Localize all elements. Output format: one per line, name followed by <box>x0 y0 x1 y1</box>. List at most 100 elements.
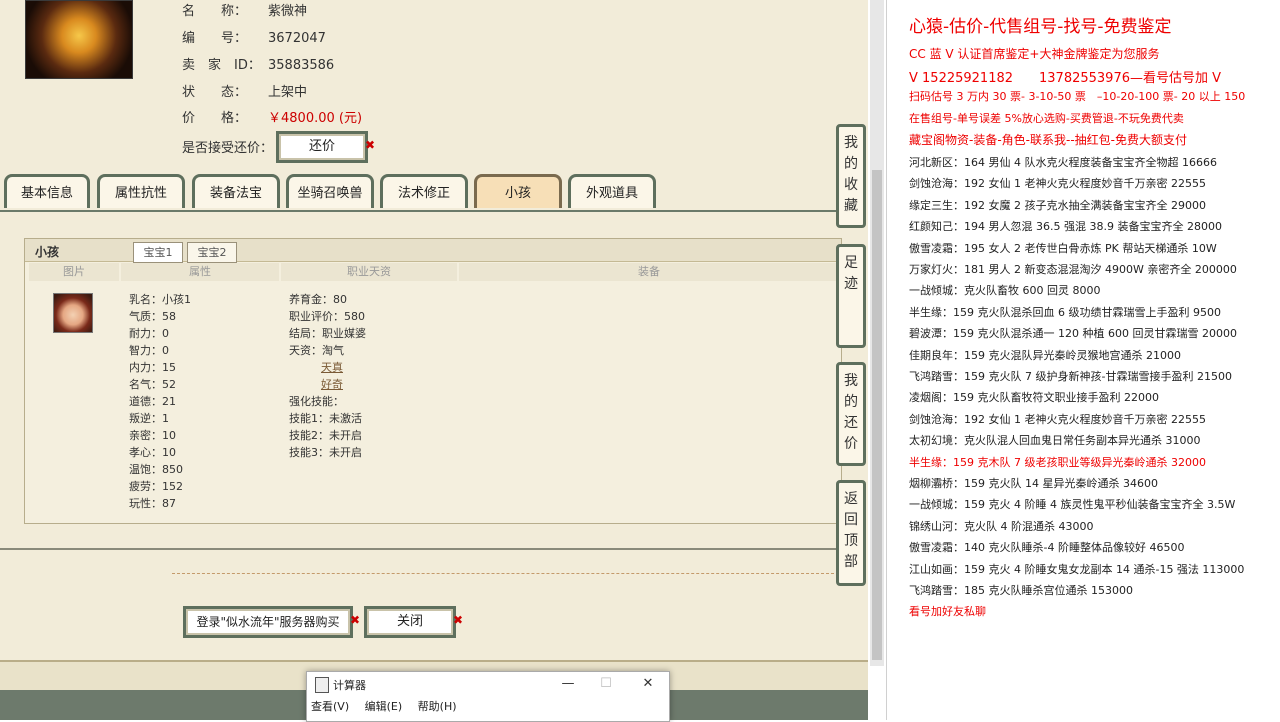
tab-bar: 基本信息 属性抗性 装备法宝 坐骑召唤兽 法术修正 小孩 外观道具 <box>0 172 840 212</box>
sidebar-label: 我的还价 <box>844 373 858 452</box>
stat-nickname: 乳名：小孩1 <box>129 293 191 306</box>
info-status: 状 态： 上架中 <box>182 85 308 100</box>
tab-attributes[interactable]: 属性抗性 <box>97 174 185 208</box>
doc-listing-line: 傲雪凌霜：140 克火队睡杀-4 阶睡整体品像较好 46500 <box>909 541 1185 555</box>
stat-fatigue: 疲劳：152 <box>129 480 183 493</box>
stat-skill-2: 技能2：未开启 <box>289 429 362 442</box>
stats-right-a: 养育金：80 职业评价：580 结局：职业媒婆 天资：淘气 <box>289 291 366 359</box>
talent-link-2[interactable]: 好奇 <box>321 376 343 393</box>
minimize-icon[interactable]: — <box>555 674 581 694</box>
doc-listing-line: 凌烟阁：159 克火队畜牧符文职业接手盈利 22000 <box>909 391 1159 405</box>
scrollbar-thumb[interactable] <box>872 170 882 660</box>
doc-contact-line: CC 蓝 V 认证首席鉴定+大神金牌鉴定为您服务 <box>909 47 1160 61</box>
doc-listing-line: 飞鸿踏雪：185 克火队睡杀宫位通杀 153000 <box>909 584 1133 597</box>
doc-listing-line: 烟柳灞桥：159 克火队 14 星异光秦岭通杀 34600 <box>909 477 1158 490</box>
doc-listing-line: 半生缘：159 克火队混杀回血 6 级功绩甘霖瑞雪上手盈利 9500 <box>909 305 1221 319</box>
calculator-title: 计算器 <box>333 679 366 692</box>
stat-playfulness: 玩性：87 <box>129 497 176 510</box>
col-image: 图片 <box>29 263 119 281</box>
talent-link-1[interactable]: 天真 <box>321 359 343 376</box>
subtab-baby-1[interactable]: 宝宝1 <box>133 242 183 263</box>
stat-satiety: 温饱：850 <box>129 463 183 476</box>
doc-listing-line: 半生缘：159 克木队 7 级老孩职业等级异光秦岭通杀 32000 <box>909 455 1206 469</box>
counter-offer-button[interactable]: 还价 ✖ <box>276 131 375 163</box>
ornament-icon: ✖ <box>452 613 463 627</box>
sidebar-back-to-top[interactable]: 返回顶部 <box>836 480 866 586</box>
stat-skill-3: 技能3：未开启 <box>289 446 362 459</box>
login-server-buy-button[interactable]: 登录"似水流年"服务器购买 ✖ <box>183 606 360 638</box>
doc-listing-line: 剑蚀沧海：192 女仙 1 老神火克火程度妙音千万亲密 22555 <box>909 412 1206 426</box>
subtab-baby-2[interactable]: 宝宝2 <box>187 242 237 263</box>
doc-contact-line: 在售组号-单号误差 5%放心选购-买费管退-不玩免费代卖 <box>909 111 1184 125</box>
tab-mounts[interactable]: 坐骑召唤兽 <box>286 174 374 208</box>
tab-appearance[interactable]: 外观道具 <box>568 174 656 208</box>
stat-fame: 名气：52 <box>129 378 176 391</box>
stat-enhance-skill: 强化技能： <box>289 395 344 408</box>
calculator-titlebar[interactable]: 计算器 — ☐ ✕ <box>307 672 669 696</box>
doc-listing-line: 一战倾城：克火队畜牧 600 回灵 8000 <box>909 284 1101 298</box>
sidebar-my-favorites[interactable]: 我的收藏 <box>836 124 866 228</box>
doc-listing-line: 万家灯火：181 男人 2 新变态混混淘汐 4900W 亲密齐全 200000 <box>909 263 1237 276</box>
login-server-buy-label: 登录"似水流年"服务器购买 <box>196 615 340 629</box>
doc-contact-line: 藏宝阁物资-装备-角色-联系我--抽红包-免费大额支付 <box>909 133 1187 147</box>
doc-contact-line: 扫码估号 3 万内 30 票- 3-10-50 票 –10-20-100 票- … <box>909 90 1246 103</box>
stat-inner-power: 内力：15 <box>129 361 176 374</box>
close-icon[interactable]: ✕ <box>635 674 661 694</box>
game-panel: 名 称： 紫微神 编 号： 3672047 卖 家 ID： 35883586 状 态：… <box>0 0 868 720</box>
doc-listing-line: 碧波潭：159 克火队混杀通一 120 种植 600 回灵甘霖瑞雪 20000 <box>909 327 1237 341</box>
close-button[interactable]: 关闭 ✖ <box>364 606 463 638</box>
stat-temperament: 气质：58 <box>129 310 176 323</box>
sidebar-my-offers[interactable]: 我的还价 <box>836 362 866 466</box>
child-panel: 小孩 宝宝1 宝宝2 图片 属性 职业天资 装备 乳名：小孩1 气质：58 耐力… <box>24 238 842 524</box>
doc-listing-line: 看号加好友私聊 <box>909 605 986 619</box>
stats-left: 乳名：小孩1 气质：58 耐力：0 智力：0 内力：15 名气：52 道德：21… <box>129 291 191 512</box>
info-id: 编 号： 3672047 <box>182 31 326 46</box>
info-name: 名 称： 紫微神 <box>182 4 308 19</box>
section-divider <box>0 548 840 550</box>
info-price: 价 格： ￥4800.00 (元) <box>182 111 363 126</box>
col-attributes: 属性 <box>121 263 279 281</box>
menu-help[interactable]: 帮助(H) <box>418 700 457 713</box>
tab-child[interactable]: 小孩 <box>474 174 562 208</box>
stats-right-b: 强化技能： 技能1：未激活 技能2：未开启 技能3：未开启 <box>289 393 362 461</box>
close-button-label: 关闭 <box>396 614 423 629</box>
stat-morality: 道德：21 <box>129 395 176 408</box>
stat-endurance: 耐力：0 <box>129 327 169 340</box>
tab-spells[interactable]: 法术修正 <box>380 174 468 208</box>
stat-rebellion: 叛逆：1 <box>129 412 169 425</box>
stat-intelligence: 智力：0 <box>129 344 169 357</box>
sidebar-label: 足迹 <box>844 255 858 292</box>
doc-listing-line: 太初幻境：克火队混人回血鬼日常任务副本异光通杀 31000 <box>909 434 1201 448</box>
col-equipment: 装备 <box>459 263 839 281</box>
menu-view[interactable]: 查看(V) <box>311 700 349 713</box>
stat-funds: 养育金：80 <box>289 293 347 306</box>
menu-edit[interactable]: 编辑(E) <box>365 700 403 713</box>
doc-listing-line: 佳期良年：159 克火混队异光秦岭灵猴地宫通杀 21000 <box>909 348 1181 362</box>
doc-contact-line: V 15225921182 13782553976—看号估号加 V <box>909 70 1222 86</box>
ornament-icon: ✖ <box>364 138 375 152</box>
stat-ending: 结局：职业媒婆 <box>289 327 366 340</box>
stat-career-rating: 职业评价：580 <box>289 310 365 323</box>
character-avatar <box>25 0 133 79</box>
vertical-scrollbar[interactable] <box>870 0 884 666</box>
info-seller: 卖 家 ID： 35883586 <box>182 58 335 73</box>
child-portrait <box>53 293 93 333</box>
tab-equipment[interactable]: 装备法宝 <box>192 174 280 208</box>
stat-intimacy: 亲密：10 <box>129 429 176 442</box>
stat-skill-1: 技能1：未激活 <box>289 412 362 425</box>
ornament-icon: ✖ <box>349 613 360 627</box>
sidebar-footprints[interactable]: 足迹 <box>836 244 866 348</box>
doc-listing-line: 傲雪凌霜：195 女人 2 老传世白骨赤炼 PK 帮站天梯通杀 10W <box>909 241 1217 255</box>
tabs-divider <box>0 210 840 212</box>
stat-talent: 天资：淘气 <box>289 344 344 357</box>
child-panel-title: 小孩 <box>35 245 60 259</box>
dotted-divider <box>172 573 834 574</box>
doc-listing-line: 飞鸿踏雪：159 克火队 7 级护身新神孩-甘霖瑞雪接手盈利 21500 <box>909 370 1232 383</box>
calculator-window[interactable]: 计算器 — ☐ ✕ 查看(V) 编辑(E) 帮助(H) <box>306 671 670 722</box>
doc-listing-line: 红颜知己：194 男人忽混 36.5 强混 38.9 装备宝宝齐全 28000 <box>909 220 1222 234</box>
counter-offer-label: 是否接受还价： <box>182 141 274 156</box>
tab-basic-info[interactable]: 基本信息 <box>4 174 90 208</box>
calculator-menu: 查看(V) 编辑(E) 帮助(H) <box>311 698 469 714</box>
doc-headline: 心猿-估价-代售组号-找号-免费鉴定 <box>909 17 1172 37</box>
maximize-icon[interactable]: ☐ <box>593 674 619 694</box>
